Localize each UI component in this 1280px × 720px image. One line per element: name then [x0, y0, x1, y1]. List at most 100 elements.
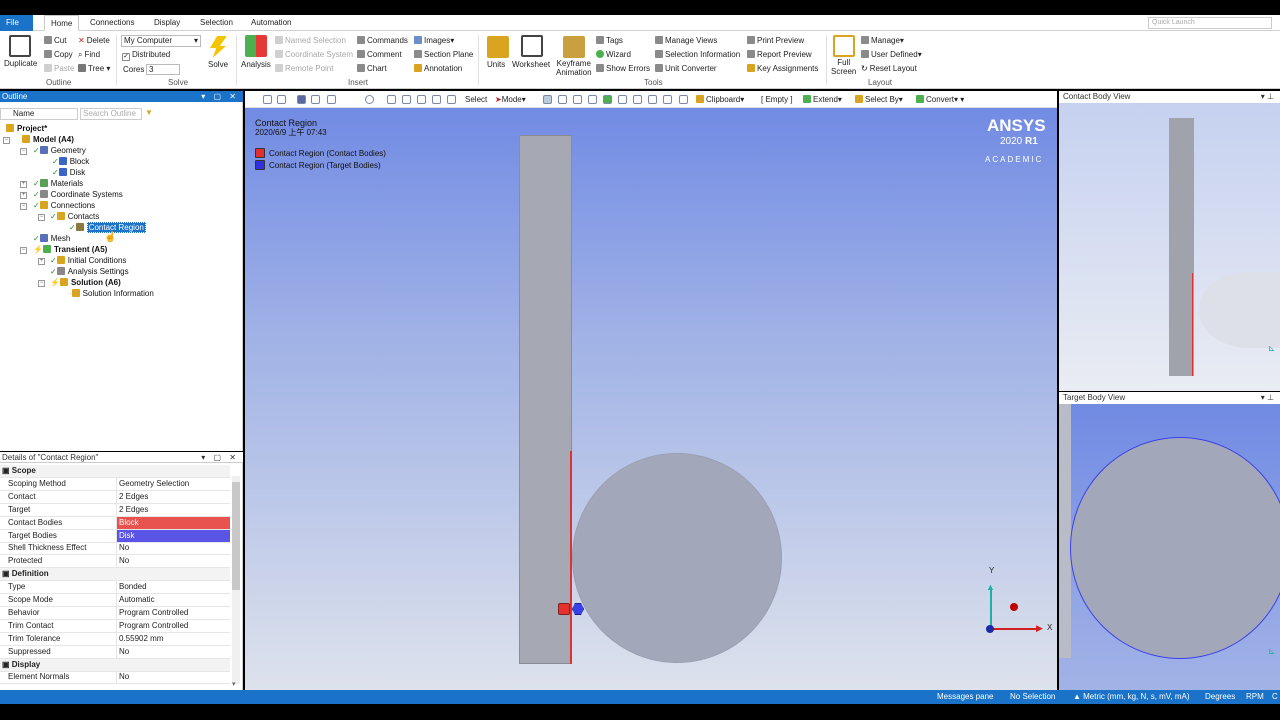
chart-button[interactable]: Chart	[357, 63, 387, 74]
tree-geometry[interactable]: ✓ Geometry	[33, 146, 86, 156]
keyframe-animation-button[interactable]: Keyframe Animation	[556, 59, 592, 77]
quick-launch-input[interactable]: Quick Launch	[1148, 17, 1272, 29]
convert-dropdown[interactable]: Convert▾ ▾	[916, 94, 964, 105]
wizard-button[interactable]: Wizard	[596, 49, 631, 60]
manage-views-button[interactable]: Manage Views	[655, 35, 717, 46]
box-zoom-icon[interactable]	[417, 95, 426, 104]
tab-connections[interactable]: Connections	[84, 15, 140, 31]
outline-search-input[interactable]: Search Outline	[80, 108, 142, 120]
section-plane-button[interactable]: Section Plane	[414, 49, 473, 60]
details-value[interactable]: No	[116, 671, 230, 684]
iso-view-icon[interactable]	[297, 95, 306, 104]
zoom-icon[interactable]	[402, 95, 411, 104]
tab-selection[interactable]: Selection	[194, 15, 239, 31]
print-preview-button[interactable]: Print Preview	[747, 35, 804, 46]
scroll-down-icon[interactable]: ▾	[232, 680, 236, 688]
select-button[interactable]: Select	[465, 94, 487, 105]
details-value[interactable]: 2 Edges	[116, 503, 230, 516]
pan-icon[interactable]	[387, 95, 396, 104]
selection-information-button[interactable]: Selection Information	[655, 49, 740, 60]
reset-layout-button[interactable]: ↻ Reset Layout	[861, 63, 917, 74]
tree-initial-conditions[interactable]: ✓ Initial Conditions	[50, 256, 126, 266]
manage-button[interactable]: Manage▾	[861, 35, 904, 46]
tab-file[interactable]: File	[0, 15, 33, 31]
details-row[interactable]: Behavior Program Controlled	[0, 606, 230, 620]
tree-button[interactable]: Tree ▾	[78, 63, 110, 74]
show-errors-button[interactable]: Show Errors	[596, 63, 650, 74]
tree-analysis-settings[interactable]: ✓ Analysis Settings	[50, 267, 129, 277]
paste-button[interactable]: Paste	[44, 63, 74, 74]
analysis-button[interactable]: Analysis	[241, 59, 271, 70]
details-row[interactable]: Contact 2 Edges	[0, 490, 230, 504]
outline-name-column[interactable]: Name	[0, 108, 78, 120]
rotate-icon[interactable]	[365, 95, 374, 104]
collapse-toggle[interactable]: −	[38, 214, 45, 221]
named-selection-button[interactable]: Named Selection	[275, 35, 346, 46]
zoom-fit-icon[interactable]	[432, 95, 441, 104]
details-value[interactable]: No	[116, 645, 230, 658]
details-value[interactable]: No	[116, 542, 230, 555]
details-row[interactable]: Scope Mode Automatic	[0, 594, 230, 607]
solve-computer-select[interactable]: My Computer ▾	[121, 35, 201, 47]
filter-icon[interactable]: ▼	[145, 108, 153, 117]
details-value[interactable]: Block	[116, 516, 230, 529]
select-element-face-icon[interactable]	[633, 95, 642, 104]
tree-solution-information[interactable]: · Solution Information	[69, 289, 154, 299]
celsius-status[interactable]: C	[1272, 692, 1278, 702]
block-body[interactable]	[519, 135, 572, 664]
select-vertex-icon[interactable]	[543, 95, 552, 104]
clipboard-dropdown[interactable]: Clipboard▾	[696, 94, 744, 105]
details-row[interactable]: Trim Tolerance 0.55902 mm	[0, 632, 230, 646]
tree-transient[interactable]: ⚡ Transient (A5)	[33, 245, 107, 255]
pane-controls-icon[interactable]: ▾ ▢ ✕	[201, 452, 239, 463]
select-edge-icon[interactable]	[558, 95, 567, 104]
details-value[interactable]: 0.55902 mm	[116, 632, 230, 645]
tree-connections[interactable]: ✓ Connections	[33, 201, 95, 211]
details-value[interactable]: No	[116, 555, 230, 568]
tree-mesh[interactable]: ✓ Mesh	[33, 234, 70, 244]
tree-disk[interactable]: ✓ Disk	[52, 168, 85, 178]
details-row[interactable]: Shell Thickness Effect No	[0, 542, 230, 556]
degrees-status[interactable]: Degrees	[1205, 692, 1235, 702]
collapse-toggle[interactable]: −	[20, 247, 27, 254]
key-assignments-button[interactable]: Key Assignments	[747, 63, 818, 74]
pane-controls-icon[interactable]: ▾ ▢ ✕	[201, 91, 239, 102]
delete-button[interactable]: ✕ Delete	[78, 35, 110, 46]
collapse-toggle[interactable]: −	[20, 203, 27, 210]
details-row[interactable]: Contact Bodies Block	[0, 516, 230, 530]
details-value[interactable]: Bonded	[116, 581, 230, 594]
coordinate-system-button[interactable]: Coordinate System	[275, 49, 353, 60]
select-face-icon[interactable]	[573, 95, 582, 104]
zoom-out-icon[interactable]	[277, 95, 286, 104]
user-defined-button[interactable]: User Defined▾	[861, 49, 922, 60]
details-value[interactable]: Automatic	[116, 594, 230, 606]
tree-contacts[interactable]: ✓ Contacts	[50, 212, 99, 222]
unit-converter-button[interactable]: Unit Converter	[655, 63, 717, 74]
pin-icon[interactable]: ▾ ⊥	[1261, 91, 1274, 103]
tab-automation[interactable]: Automation	[245, 15, 297, 31]
annotation-button[interactable]: Annotation	[414, 63, 462, 74]
tree-model[interactable]: Model (A4)	[22, 135, 74, 145]
details-row[interactable]: Element Normals No	[0, 671, 230, 685]
select-body-icon[interactable]	[588, 95, 597, 104]
view-icon[interactable]	[311, 95, 320, 104]
details-row[interactable]: Type Bonded	[0, 581, 230, 595]
pin-icon[interactable]: ▾ ⊥	[1261, 392, 1274, 404]
tree-coordinate-systems[interactable]: ✓ Coordinate Systems	[33, 190, 123, 200]
details-row[interactable]: Target 2 Edges	[0, 503, 230, 517]
magnifier-icon[interactable]	[447, 95, 456, 104]
details-value[interactable]: Geometry Selection	[116, 477, 230, 490]
details-section-header[interactable]: ▣ Scope	[0, 465, 230, 478]
details-value[interactable]: 2 Edges	[116, 490, 230, 503]
select-node-icon[interactable]	[603, 95, 612, 104]
tags-button[interactable]: Tags	[596, 35, 623, 46]
details-row[interactable]: Protected No	[0, 555, 230, 569]
expand-toggle[interactable]: +	[20, 181, 27, 188]
details-section-header[interactable]: ▣ Display	[0, 658, 230, 672]
extend-dropdown[interactable]: Extend▾	[803, 94, 842, 105]
target-body-view-pane[interactable]: Target Body View ▾ ⊥ ⊾	[1059, 392, 1280, 690]
select-mesh-icon[interactable]	[663, 95, 672, 104]
details-value[interactable]: Program Controlled	[116, 619, 230, 632]
collapse-toggle[interactable]: −	[3, 137, 10, 144]
select-mesh-icon[interactable]	[648, 95, 657, 104]
